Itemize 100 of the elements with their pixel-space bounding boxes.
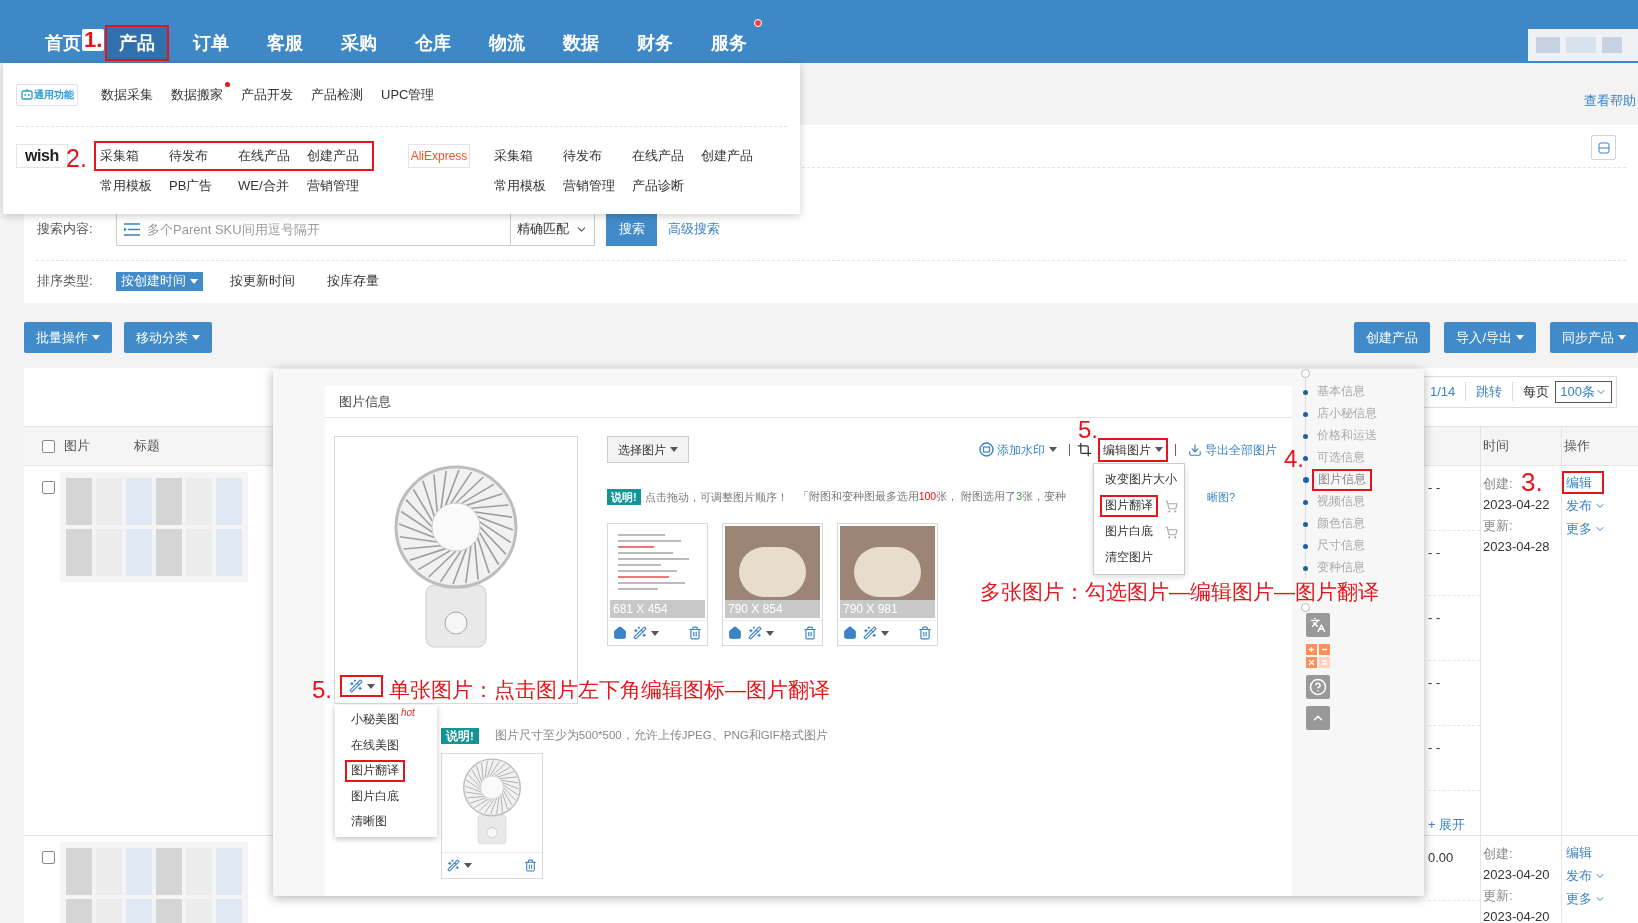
action-link[interactable]: 编辑	[1562, 471, 1604, 494]
nav-tab[interactable]: 采购	[339, 25, 379, 61]
home-icon[interactable]	[613, 626, 627, 640]
search-field[interactable]: 多个Parent SKU间用逗号隔开	[116, 212, 511, 246]
search-label: 搜索内容:	[37, 220, 94, 239]
menu-item[interactable]: 图片白底	[345, 785, 405, 808]
per-page-select[interactable]: 100条	[1555, 380, 1612, 403]
section-nav-item[interactable]: 尺寸信息	[1311, 535, 1371, 557]
menu-item[interactable]: 待发布	[559, 146, 628, 166]
translate-button[interactable]	[1306, 613, 1330, 637]
menu-item[interactable]: 采集箱	[96, 146, 165, 166]
menu-item[interactable]: 创建产品	[697, 146, 766, 166]
menu-item[interactable]: 常用模板	[96, 176, 165, 196]
action-link[interactable]: 编辑	[1562, 841, 1596, 864]
toolbar-button[interactable]: 批量操作	[24, 322, 112, 353]
menu-item[interactable]: 产品检测	[305, 84, 375, 105]
value-text: 0.00	[1428, 850, 1454, 865]
platform-logo: AliExpress	[408, 144, 470, 168]
crop-icon	[1077, 442, 1092, 457]
delete-icon[interactable]	[803, 626, 817, 640]
section-nav-item[interactable]: 变种信息	[1311, 557, 1371, 579]
section-nav-item[interactable]: 图片信息	[1312, 469, 1372, 491]
nav-tab[interactable]: 首页	[43, 25, 83, 61]
collapse-button[interactable]	[1591, 135, 1616, 160]
section-nav-item[interactable]: 视频信息	[1311, 491, 1371, 513]
menu-item[interactable]: 营销管理	[303, 176, 372, 196]
toolbar-button[interactable]: 导入/导出	[1444, 322, 1536, 353]
section-nav-item[interactable]: 价格和运送	[1311, 425, 1383, 447]
menu-item[interactable]: WE/合并	[234, 176, 303, 196]
nav-tab[interactable]: 财务	[635, 25, 675, 61]
menu-item[interactable]: 营销管理	[559, 176, 628, 196]
menu-item[interactable]: 在线产品	[234, 146, 303, 166]
sort-option[interactable]: 按库存量	[322, 271, 384, 291]
checkbox[interactable]	[42, 481, 55, 494]
edit-image-button[interactable]	[447, 859, 472, 872]
menu-item[interactable]: 改变图片大小	[1100, 469, 1182, 491]
menu-item[interactable]: 在线美图	[345, 734, 405, 757]
menu-item[interactable]: 常用模板	[490, 176, 559, 196]
menu-item[interactable]: UPC管理	[375, 84, 445, 105]
help-link[interactable]: 查看帮助	[1584, 91, 1638, 111]
annotation-text: 多张图片：勾选图片—编辑图片—图片翻译	[980, 581, 1379, 602]
nav-tab[interactable]: 仓库	[413, 25, 453, 61]
nav-tab[interactable]: 物流	[487, 25, 527, 61]
menu-item[interactable]: 图片翻译	[1100, 495, 1158, 517]
section-nav-item[interactable]: 基本信息	[1311, 381, 1371, 403]
nav-tab[interactable]: 客服	[265, 25, 305, 61]
checkbox[interactable]	[42, 439, 55, 453]
sort-option[interactable]: 按创建时间	[116, 271, 203, 291]
clear-image-link[interactable]: 晰图?	[1206, 488, 1235, 506]
menu-item[interactable]: 待发布	[165, 146, 234, 166]
edit-image-button[interactable]	[748, 626, 774, 640]
calculator-icon[interactable]	[1306, 644, 1330, 668]
toolbar-link[interactable]: 编辑图片	[1098, 437, 1168, 462]
nav-tab[interactable]: 订单	[191, 25, 231, 61]
home-icon[interactable]	[843, 626, 857, 640]
menu-item[interactable]: 在线产品	[628, 146, 697, 166]
menu-item[interactable]: 图片白底	[1100, 521, 1158, 543]
home-icon[interactable]	[728, 626, 742, 640]
help-button[interactable]	[1306, 675, 1330, 699]
menu-item[interactable]: 清空图片	[1100, 547, 1158, 569]
menu-item[interactable]: 图片翻译	[345, 759, 405, 782]
menu-item[interactable]: 产品开发	[235, 84, 305, 105]
edit-image-button[interactable]	[633, 626, 659, 640]
advanced-search-link[interactable]: 高级搜索	[668, 219, 720, 239]
action-link[interactable]: 发布	[1562, 864, 1610, 887]
delete-icon[interactable]	[918, 626, 932, 640]
nav-tab[interactable]: 产品	[105, 25, 169, 61]
menu-item[interactable]: 数据搬家	[165, 84, 235, 105]
toolbar-link[interactable]: 导出全部图片	[1183, 437, 1282, 462]
sort-option[interactable]: 按更新时间	[225, 271, 300, 291]
scroll-top-button[interactable]	[1306, 706, 1330, 730]
checkbox[interactable]	[42, 851, 55, 864]
toolbar-button[interactable]: 创建产品	[1354, 322, 1431, 353]
section-nav-item[interactable]: 店小秘信息	[1311, 403, 1383, 425]
edit-image-button[interactable]	[863, 626, 889, 640]
menu-item[interactable]: PB广告	[165, 176, 234, 196]
edit-image-button[interactable]	[340, 675, 383, 697]
menu-item[interactable]: 采集箱	[490, 146, 559, 166]
section-nav-item[interactable]: 可选信息	[1311, 447, 1371, 469]
nav-tab[interactable]: 服务	[709, 25, 749, 61]
image-thumbnail[interactable]	[441, 753, 543, 879]
menu-item[interactable]: 清晰图	[345, 810, 393, 833]
jump-link[interactable]: 跳转	[1465, 381, 1513, 402]
toolbar-link[interactable]: 添加水印	[974, 437, 1062, 462]
expand-link[interactable]: + 展开	[1428, 815, 1466, 835]
section-nav-item[interactable]: 颜色信息	[1311, 513, 1371, 535]
menu-item[interactable]: 数据采集	[95, 84, 165, 105]
menu-item[interactable]: 产品诊断	[628, 176, 697, 196]
action-link[interactable]: 更多	[1562, 517, 1610, 540]
delete-icon[interactable]	[524, 859, 537, 872]
timeline-node	[1301, 603, 1310, 612]
search-button[interactable]: 搜索	[606, 212, 657, 246]
delete-icon[interactable]	[688, 626, 702, 640]
action-link[interactable]: 发布	[1562, 494, 1610, 517]
nav-tab[interactable]: 数据	[561, 25, 601, 61]
toolbar-button[interactable]: 移动分类	[124, 322, 212, 353]
menu-item[interactable]: 创建产品	[303, 146, 372, 166]
toolbar-button[interactable]: 同步产品	[1550, 322, 1638, 353]
choose-image-button[interactable]: 选择图片	[607, 436, 689, 463]
action-link[interactable]: 更多	[1562, 887, 1610, 910]
